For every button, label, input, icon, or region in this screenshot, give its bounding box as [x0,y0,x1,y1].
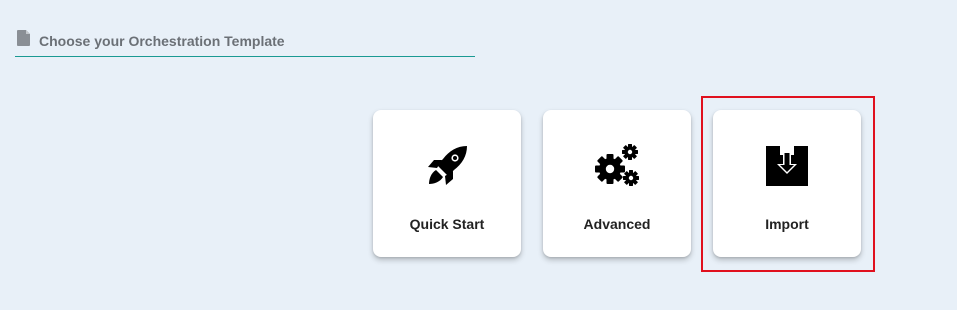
import-box-icon [766,146,808,186]
section-header: Choose your Orchestration Template [15,27,475,57]
quick-start-card[interactable]: Quick Start [373,110,521,257]
rocket-icon [428,146,467,185]
quick-start-label: Quick Start [409,216,485,232]
section-title: Choose your Orchestration Template [39,33,285,49]
advanced-card[interactable]: Advanced [543,110,691,257]
gears-icon [595,144,639,186]
import-card[interactable]: Import [713,110,861,257]
document-icon [17,30,30,46]
advanced-label: Advanced [583,216,651,232]
import-label: Import [765,216,809,232]
